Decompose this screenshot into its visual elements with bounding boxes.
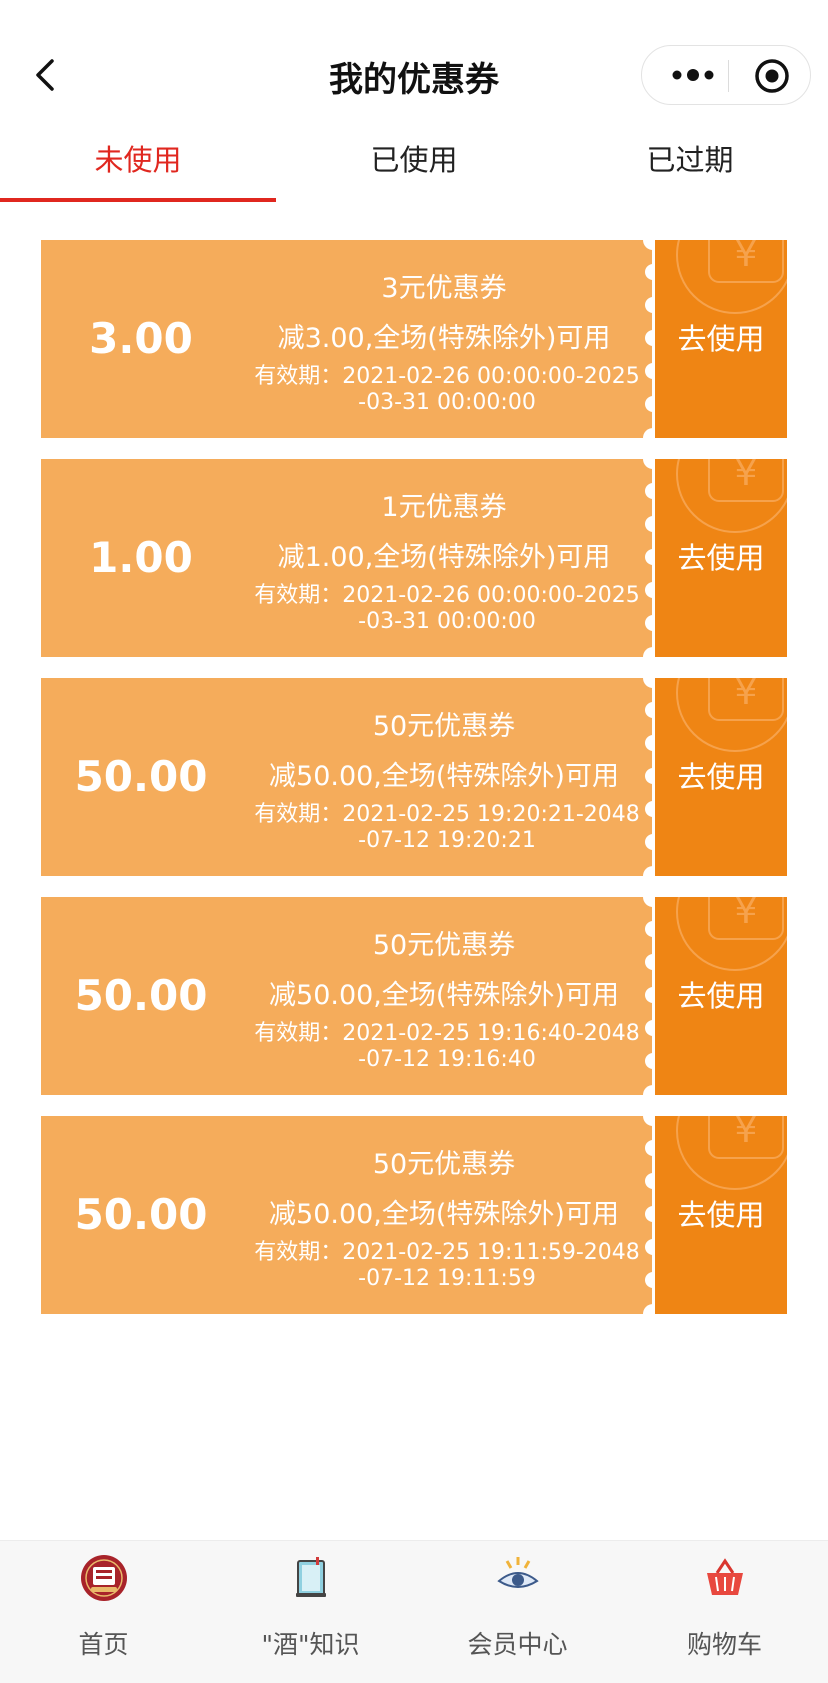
shopping-basket-icon: [707, 1558, 743, 1595]
coupon-card: 50.00 50元优惠券 减50.00,全场(特殊除外)可用 有效期：2021-…: [41, 1106, 787, 1324]
coupon-stub: ¥ 去使用: [655, 678, 787, 876]
coupon-description: 减1.00,全场(特殊除外)可用: [277, 542, 611, 573]
coupon-tabs: 未使用 已使用 已过期: [0, 140, 828, 204]
coupon-card: 3.00 3元优惠券 减3.00,全场(特殊除外)可用 有效期：2021-02-…: [41, 230, 787, 448]
coupon-body: 3.00 3元优惠券 减3.00,全场(特殊除外)可用 有效期：2021-02-…: [41, 240, 652, 438]
coupon-amount: 50.00: [74, 752, 208, 801]
coupon-validity: 有效期：2021-02-25 19:16:40-2048-07-12 19:16…: [254, 1021, 640, 1072]
coupon-amount: 50.00: [74, 971, 208, 1020]
nav-item-home[interactable]: 首页: [0, 1541, 207, 1683]
coupon-card: 50.00 50元优惠券 减50.00,全场(特殊除外)可用 有效期：2021-…: [41, 668, 787, 886]
coupon-amount: 50.00: [74, 1190, 208, 1239]
coupon-card: 1.00 1元优惠券 减1.00,全场(特殊除外)可用 有效期：2021-02-…: [41, 449, 787, 667]
coupon-body: 50.00 50元优惠券 减50.00,全场(特殊除外)可用 有效期：2021-…: [41, 1116, 652, 1314]
coupon-description: 减50.00,全场(特殊除外)可用: [269, 980, 619, 1011]
coupon-title: 1元优惠券: [381, 492, 507, 523]
coupon-stub: ¥ 去使用: [655, 459, 787, 657]
nav-item-member[interactable]: 会员中心: [414, 1541, 621, 1683]
target-icon[interactable]: [753, 57, 791, 95]
coupon-validity: 有效期：2021-02-26 00:00:00-2025-03-31 00:00…: [254, 583, 640, 634]
coupon-body: 50.00 50元优惠券 减50.00,全场(特殊除外)可用 有效期：2021-…: [41, 678, 652, 876]
nav-label-home: 首页: [78, 1630, 129, 1659]
member-eye-icon: [497, 1557, 539, 1588]
coupon-card: 50.00 50元优惠券 减50.00,全场(特殊除外)可用 有效期：2021-…: [41, 887, 787, 1105]
coupon-validity: 有效期：2021-02-25 19:20:21-2048-07-12 19:20…: [254, 802, 640, 853]
capsule-divider: [728, 60, 729, 92]
use-coupon-button[interactable]: 去使用: [655, 897, 787, 1095]
book-icon: [296, 1557, 326, 1597]
coupon-validity: 有效期：2021-02-26 00:00:00-2025-03-31 00:00…: [254, 364, 640, 415]
nav-label-member: 会员中心: [467, 1630, 568, 1659]
coupon-title: 3元优惠券: [381, 273, 507, 304]
use-coupon-button[interactable]: 去使用: [655, 1116, 787, 1314]
use-coupon-button[interactable]: 去使用: [655, 678, 787, 876]
home-logo-icon: [81, 1555, 127, 1601]
coupon-title: 50元优惠券: [372, 930, 516, 961]
active-tab-indicator: [0, 198, 276, 202]
coupon-stub: ¥ 去使用: [655, 1116, 787, 1314]
tab-unused[interactable]: 未使用: [0, 140, 276, 204]
coupon-body: 50.00 50元优惠券 减50.00,全场(特殊除外)可用 有效期：2021-…: [41, 897, 652, 1095]
coupon-stub: ¥ 去使用: [655, 897, 787, 1095]
bottom-tab-bar: 首页 "酒"知识 会员中心 购物车: [0, 1540, 828, 1683]
coupon-body: 1.00 1元优惠券 减1.00,全场(特殊除外)可用 有效期：2021-02-…: [41, 459, 652, 657]
more-dots-icon[interactable]: [668, 60, 718, 90]
coupon-description: 减3.00,全场(特殊除外)可用: [277, 323, 611, 354]
coupon-amount: 1.00: [89, 533, 193, 582]
tab-used[interactable]: 已使用: [276, 140, 552, 204]
coupon-description: 减50.00,全场(特殊除外)可用: [269, 1199, 619, 1230]
nav-label-cart: 购物车: [686, 1630, 762, 1659]
mini-program-capsule: [641, 45, 811, 105]
coupon-amount: 3.00: [89, 314, 193, 363]
coupon-validity: 有效期：2021-02-25 19:11:59-2048-07-12 19:11…: [254, 1240, 640, 1291]
coupon-title: 50元优惠券: [372, 1149, 516, 1180]
nav-item-knowledge[interactable]: "酒"知识: [207, 1541, 414, 1683]
coupon-description: 减50.00,全场(特殊除外)可用: [269, 761, 619, 792]
use-coupon-button[interactable]: 去使用: [655, 459, 787, 657]
nav-item-cart[interactable]: 购物车: [621, 1541, 828, 1683]
use-coupon-button[interactable]: 去使用: [655, 240, 787, 438]
coupon-title: 50元优惠券: [372, 711, 516, 742]
coupon-stub: ¥ 去使用: [655, 240, 787, 438]
nav-label-knowledge: "酒"知识: [261, 1630, 360, 1659]
nav-header: 我的优惠券: [0, 0, 828, 150]
tab-expired[interactable]: 已过期: [552, 140, 828, 204]
